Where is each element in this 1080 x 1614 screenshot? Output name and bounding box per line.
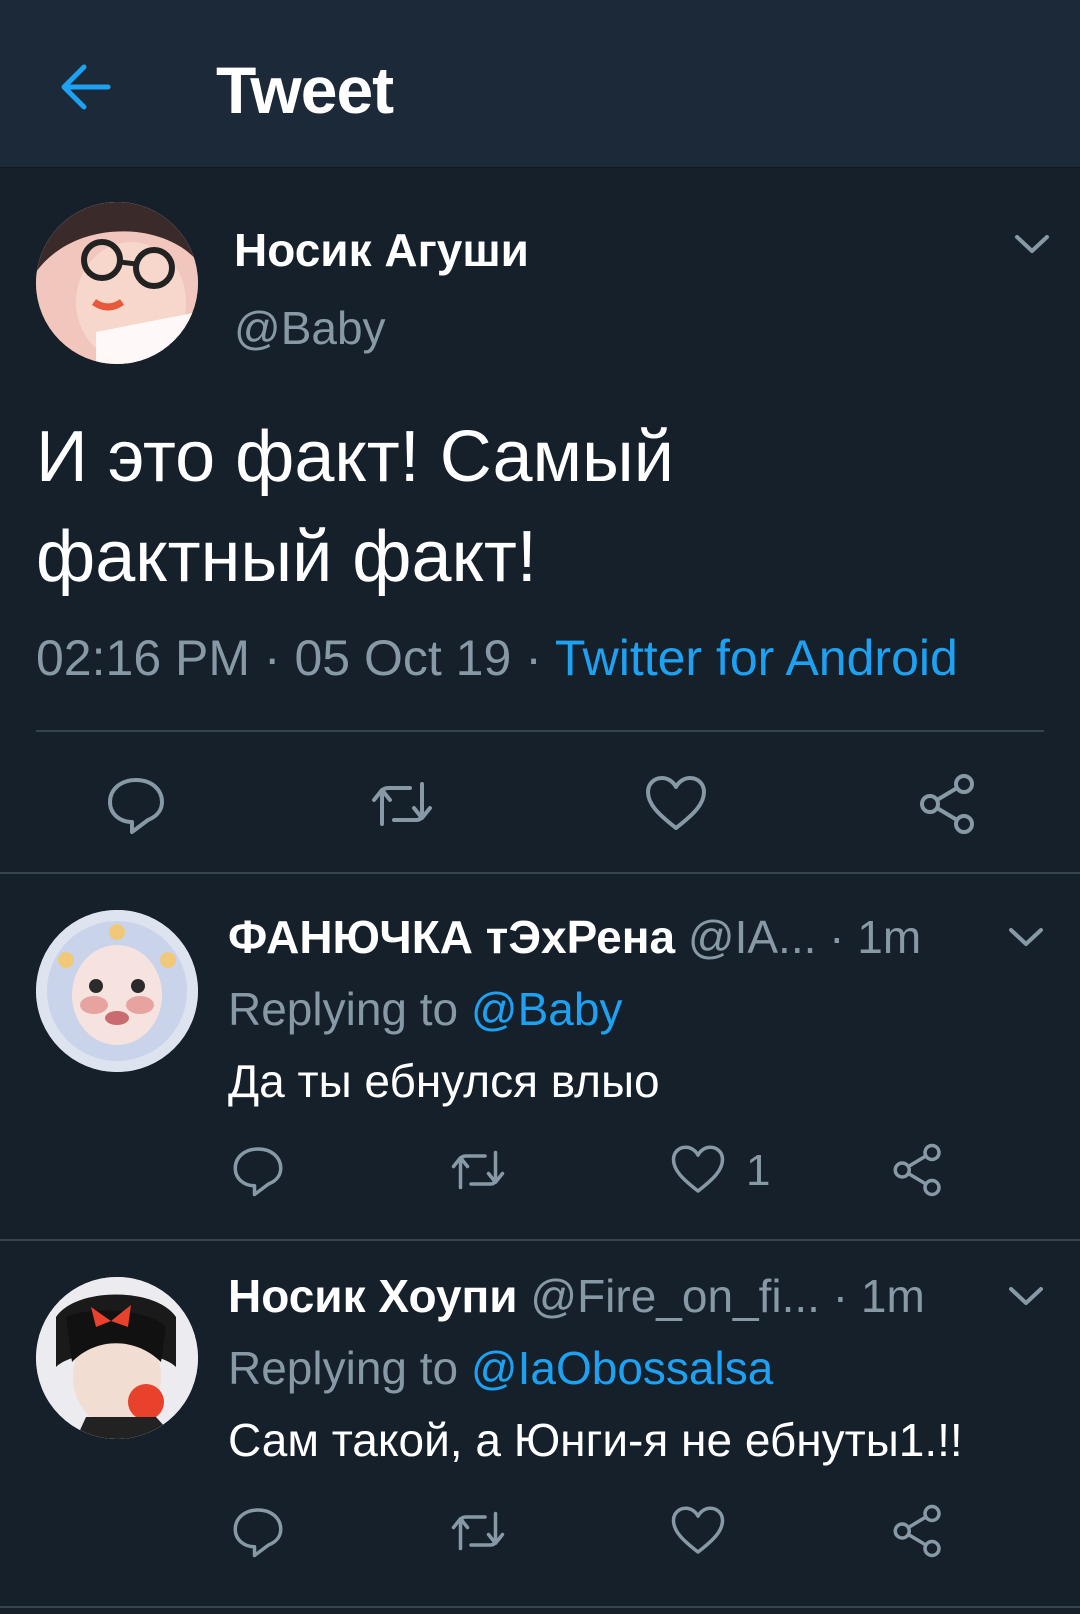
share-button[interactable] xyxy=(890,1503,946,1559)
divider xyxy=(0,1606,1080,1608)
replying-to: Replying to @IaObossalsa xyxy=(228,1341,773,1395)
heart-icon xyxy=(646,776,706,830)
heart-icon xyxy=(671,1145,725,1193)
reply-tweet[interactable]: Носик Хоупи @Fire_on_fi... · 1m Replying… xyxy=(0,1241,1080,1606)
retweet-icon xyxy=(451,1511,505,1551)
heart-icon xyxy=(671,1506,725,1554)
like-count: 1 xyxy=(746,1146,771,1195)
reply-author-name[interactable]: ФАНЮЧКА тЭхРена xyxy=(228,911,675,963)
reply-button[interactable] xyxy=(230,1142,286,1198)
reply-time: 1m xyxy=(860,1270,925,1322)
retweet-icon xyxy=(451,1150,505,1190)
tweet-time: 02:16 PM xyxy=(36,630,251,686)
tweet-text-line: фактный факт! xyxy=(36,517,537,597)
mention-link[interactable]: @Baby xyxy=(471,983,623,1035)
reply-author-handle[interactable]: @Fire_on_fi... xyxy=(530,1270,820,1322)
tweet-menu-button[interactable] xyxy=(1006,1281,1046,1311)
share-icon xyxy=(893,1504,941,1558)
mention-link[interactable]: @IaObossalsa xyxy=(471,1342,773,1394)
tweet-metadata: 02:16 PM · 05 Oct 19 · Twitter for Andro… xyxy=(36,629,958,687)
share-button[interactable] xyxy=(890,1142,946,1198)
tweet-menu-button[interactable] xyxy=(1006,922,1046,952)
replying-to-label: Replying to xyxy=(228,983,459,1035)
avatar-image xyxy=(36,910,198,1072)
reply-time: 1m xyxy=(857,911,922,963)
arrow-left-icon xyxy=(61,64,111,110)
like-button[interactable] xyxy=(670,1142,726,1198)
like-button[interactable] xyxy=(644,772,708,836)
author-avatar[interactable] xyxy=(36,202,198,364)
separator-dot: · xyxy=(832,1270,849,1322)
reply-header: ФАНЮЧКА тЭхРена @IA... · 1m xyxy=(228,910,921,964)
tweet-text: И это факт! Самый фактный факт! xyxy=(36,407,1036,607)
divider xyxy=(36,730,1044,732)
author-name[interactable]: Носик Агуши xyxy=(234,223,529,277)
tweet-menu-button[interactable] xyxy=(1012,229,1052,259)
replying-to: Replying to @Baby xyxy=(228,982,622,1036)
like-button[interactable] xyxy=(670,1503,726,1559)
retweet-button[interactable] xyxy=(370,772,434,836)
tweet-actions xyxy=(0,742,1080,862)
avatar-image xyxy=(36,202,198,364)
tweet-text-line: И это факт! Самый xyxy=(36,417,675,497)
reply-header: Носик Хоупи @Fire_on_fi... · 1m xyxy=(228,1269,925,1323)
top-app-bar: Tweet xyxy=(0,0,1080,168)
reply-avatar[interactable] xyxy=(36,910,198,1072)
replying-to-label: Replying to xyxy=(228,1342,459,1394)
tweet-source-link[interactable]: Twitter for Android xyxy=(555,630,958,686)
retweet-button[interactable] xyxy=(450,1503,506,1559)
comment-icon xyxy=(233,1508,283,1558)
reply-avatar[interactable] xyxy=(36,1277,198,1439)
retweet-icon xyxy=(372,782,432,826)
avatar-image xyxy=(36,1277,198,1439)
reply-text: Сам такой, а Юнги-я не ебнуты1.!! xyxy=(228,1414,963,1466)
chevron-down-icon xyxy=(1015,235,1049,253)
chevron-down-icon xyxy=(1009,1287,1043,1305)
share-icon xyxy=(920,774,974,834)
reply-author-name[interactable]: Носик Хоупи xyxy=(228,1270,518,1322)
reply-text: Да ты ебнулся влыо xyxy=(228,1055,660,1107)
reply-button[interactable] xyxy=(230,1503,286,1559)
tweet-date: 05 Oct 19 xyxy=(294,630,512,686)
comment-icon xyxy=(108,778,164,834)
comment-icon xyxy=(233,1147,283,1197)
separator-dot: · xyxy=(263,630,281,686)
author-handle[interactable]: @Baby xyxy=(234,301,386,355)
chevron-down-icon xyxy=(1009,928,1043,946)
page-title: Tweet xyxy=(216,53,394,127)
reply-button[interactable] xyxy=(104,772,168,836)
separator-dot: · xyxy=(829,911,845,963)
reply-author-handle[interactable]: @IA... xyxy=(688,911,817,963)
main-tweet: Носик Агуши @Baby И это факт! Самый факт… xyxy=(0,167,1080,873)
back-button[interactable] xyxy=(56,58,114,116)
share-icon xyxy=(893,1143,941,1197)
retweet-button[interactable] xyxy=(450,1142,506,1198)
reply-tweet[interactable]: ФАНЮЧКА тЭхРена @IA... · 1m Replying to … xyxy=(0,874,1080,1239)
share-button[interactable] xyxy=(916,772,980,836)
separator-dot: · xyxy=(525,630,542,686)
